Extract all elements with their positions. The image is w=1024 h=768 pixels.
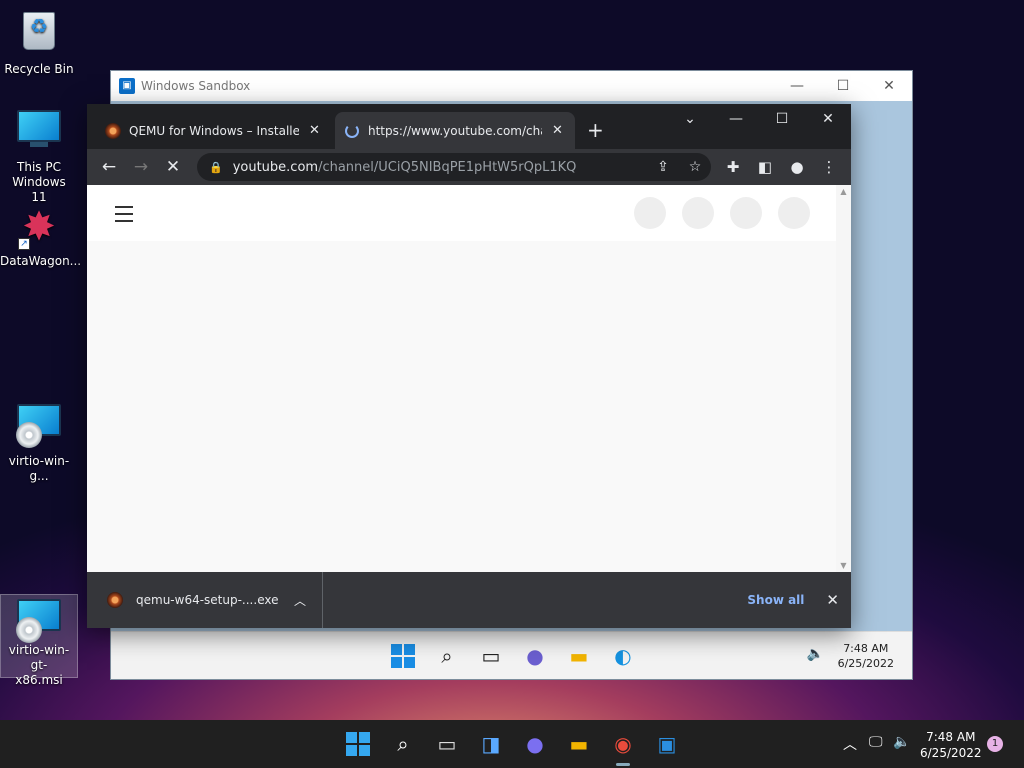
sandbox-task-view-icon[interactable]: ▭ (477, 642, 505, 670)
sandbox-volume-icon[interactable]: 🔈 (807, 646, 824, 662)
tab-close-icon[interactable]: ✕ (309, 123, 320, 138)
chrome-toolbar: ← → ✕ 🔒 youtube.com /channel/UCiQ5NIBqPE… (87, 149, 851, 185)
sandbox-clock[interactable]: 7:48 AM 6/25/2022 (838, 641, 894, 671)
desktop-icon-virtio-win-gt-x86[interactable]: virtio-win-gt-x86.msi (0, 594, 78, 687)
sandbox-title: Windows Sandbox (141, 79, 251, 93)
loading-spinner-icon (345, 123, 359, 138)
task-view-icon[interactable]: ▭ (433, 730, 461, 758)
tab-search-button[interactable]: ⌄ (667, 104, 713, 134)
sandbox-start-button[interactable] (389, 642, 417, 670)
start-button[interactable] (344, 730, 372, 758)
windows-logo-icon (346, 732, 370, 756)
download-shelf: qemu-w64-setup-....exe ︿ Show all ✕ (87, 572, 851, 628)
chevron-up-icon[interactable]: ︿ (843, 734, 857, 754)
notification-badge[interactable]: 1 (987, 736, 1003, 752)
lock-icon: 🔒 (209, 160, 223, 174)
back-button[interactable]: ← (93, 157, 125, 177)
clock[interactable]: 7:48 AM 6/25/2022 (920, 729, 982, 761)
chrome-taskbar-icon[interactable]: ◉ (609, 730, 637, 758)
tab-youtube[interactable]: https://www.youtube.com/channel ✕ (335, 112, 575, 149)
stop-loading-button[interactable]: ✕ (157, 157, 189, 177)
forward-button[interactable]: → (125, 157, 157, 177)
placeholder-circle (682, 197, 714, 229)
desktop-icon-this-pc[interactable]: This PC Windows 11 (0, 106, 78, 205)
share-icon[interactable]: ⇪ (647, 159, 679, 175)
tab-close-icon[interactable]: ✕ (552, 123, 563, 138)
url-host: youtube.com (232, 159, 319, 175)
sandbox-file-explorer-icon[interactable]: ▬ (565, 642, 593, 670)
sandbox-edge-icon[interactable]: ◐ (609, 642, 637, 670)
tab-qemu[interactable]: QEMU for Windows – Installers (6 ✕ (95, 112, 335, 149)
chevron-up-icon[interactable]: ︿ (294, 592, 306, 609)
youtube-header-skeleton (87, 185, 851, 241)
sandbox-taskbar: ⌕ ▭ ● ▬ ◐ 🔈 7:48 AM 6/25/2022 (111, 631, 912, 679)
installer-disc-icon (16, 404, 62, 450)
sandbox-minimize-button[interactable]: — (774, 78, 820, 94)
side-panel-icon[interactable]: ◧ (749, 158, 781, 176)
desktop-icon-label: virtio-win-gt-x86.msi (8, 643, 70, 687)
desktop-icon-label: Recycle Bin (4, 62, 74, 76)
tab-title: https://www.youtube.com/channel (368, 123, 542, 138)
scroll-down-arrow-icon[interactable]: ▼ (836, 561, 851, 570)
menu-kebab-icon[interactable]: ⋮ (813, 158, 845, 176)
desktop-icon-label: virtio-win-g... (8, 454, 70, 483)
sandbox-date: 6/25/2022 (837, 657, 894, 670)
profile-icon[interactable]: ● (781, 158, 813, 176)
installer-disc-icon (16, 599, 62, 645)
desktop-icon-virtio-win-g[interactable]: virtio-win-g... (0, 400, 78, 484)
sandbox-taskbar-icon[interactable]: ▣ (653, 730, 681, 758)
sandbox-time: 7:48 AM (843, 642, 889, 655)
download-filename: qemu-w64-setup-....exe (136, 593, 279, 607)
recycle-bin-icon (23, 12, 55, 50)
placeholder-circle (634, 197, 666, 229)
bookmark-star-icon[interactable]: ☆ (679, 159, 711, 175)
tab-title: QEMU for Windows – Installers (6 (129, 123, 299, 138)
chrome-minimize-button[interactable]: — (713, 104, 759, 134)
file-explorer-icon[interactable]: ▬ (565, 730, 593, 758)
show-all-downloads-button[interactable]: Show all (747, 593, 804, 607)
scroll-up-arrow-icon[interactable]: ▲ (836, 187, 851, 196)
volume-icon[interactable]: 🔈 (893, 734, 910, 750)
windows-logo-icon (391, 644, 415, 668)
vertical-scrollbar[interactable]: ▲ ▼ (836, 185, 851, 572)
search-icon[interactable]: ⌕ (389, 730, 417, 758)
chat-icon[interactable]: ● (521, 730, 549, 758)
sandbox-search-icon[interactable]: ⌕ (433, 642, 461, 670)
datawagon-icon: ✸ ↗ (16, 204, 62, 250)
placeholder-circle (730, 197, 762, 229)
sandbox-app-icon: ▣ (119, 78, 135, 94)
sandbox-chat-icon[interactable]: ● (521, 642, 549, 670)
placeholder-circle (778, 197, 810, 229)
qemu-file-icon (107, 592, 123, 608)
new-tab-button[interactable]: + (587, 118, 604, 142)
host-taskbar: ⌕ ▭ ◨ ● ▬ ◉ ▣ ︿ 🖵 🔈 7:48 AM 6/25/2022 1 (0, 720, 1024, 768)
computer-icon (16, 110, 62, 156)
hamburger-menu-icon[interactable] (115, 206, 133, 227)
close-download-shelf-icon[interactable]: ✕ (826, 591, 839, 609)
page-viewport: ▲ ▼ (87, 185, 851, 572)
chrome-close-button[interactable]: ✕ (805, 104, 851, 134)
date: 6/25/2022 (920, 746, 982, 760)
active-app-indicator (616, 763, 630, 766)
url-path: /channel/UCiQ5NIBqPE1pHtW5rQpL1KQ (318, 159, 577, 175)
download-item[interactable]: qemu-w64-setup-....exe ︿ (87, 572, 323, 628)
extensions-icon[interactable]: ✚ (717, 158, 749, 176)
time: 7:48 AM (926, 730, 976, 744)
widgets-icon[interactable]: ◨ (477, 730, 505, 758)
sandbox-titlebar[interactable]: ▣ Windows Sandbox — ☐ ✕ (111, 71, 912, 101)
chrome-window: QEMU for Windows – Installers (6 ✕ https… (87, 104, 851, 628)
desktop-icon-datawagon[interactable]: ✸ ↗ DataWagon... (0, 204, 82, 269)
address-bar[interactable]: 🔒 youtube.com /channel/UCiQ5NIBqPE1pHtW5… (197, 153, 711, 181)
chrome-maximize-button[interactable]: ☐ (759, 104, 805, 134)
network-icon[interactable]: 🖵 (869, 734, 883, 750)
tab-strip: QEMU for Windows – Installers (6 ✕ https… (87, 104, 851, 149)
sandbox-close-button[interactable]: ✕ (866, 78, 912, 94)
qemu-favicon-icon (105, 122, 121, 139)
sandbox-maximize-button[interactable]: ☐ (820, 78, 866, 94)
desktop-icon-label: DataWagon... (0, 254, 82, 268)
shortcut-arrow-icon: ↗ (18, 238, 30, 250)
desktop-icon-recycle-bin[interactable]: Recycle Bin (0, 8, 78, 77)
desktop-icon-label: This PC Windows 11 (12, 160, 66, 204)
